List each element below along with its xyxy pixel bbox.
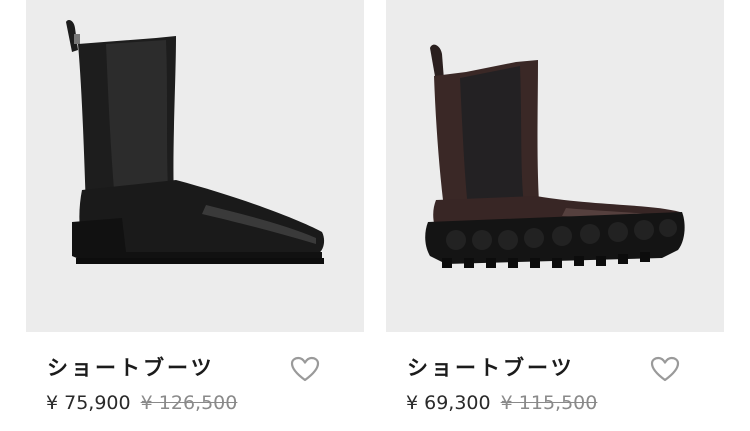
favorite-button[interactable] <box>650 356 680 382</box>
product-card[interactable]: ショートブーツ ¥ 75,900 ¥ 126,500 <box>26 0 364 431</box>
product-title[interactable]: ショートブーツ <box>47 352 215 382</box>
price-row: ¥ 75,900 ¥ 126,500 <box>46 392 237 414</box>
product-image[interactable] <box>386 0 724 332</box>
favorite-button[interactable] <box>290 356 320 382</box>
sale-price: ¥ 75,900 <box>46 392 131 414</box>
heart-outline-icon <box>650 356 680 382</box>
boot-image <box>425 44 685 268</box>
product-card[interactable]: ショートブーツ ¥ 69,300 ¥ 115,500 <box>386 0 724 431</box>
product-title[interactable]: ショートブーツ <box>407 352 575 382</box>
product-image[interactable] <box>26 0 364 332</box>
sale-price: ¥ 69,300 <box>406 392 491 414</box>
price-row: ¥ 69,300 ¥ 115,500 <box>406 392 597 414</box>
heart-outline-icon <box>290 356 320 382</box>
original-price: ¥ 115,500 <box>500 392 598 414</box>
boot-image <box>66 20 325 264</box>
original-price: ¥ 126,500 <box>140 392 238 414</box>
